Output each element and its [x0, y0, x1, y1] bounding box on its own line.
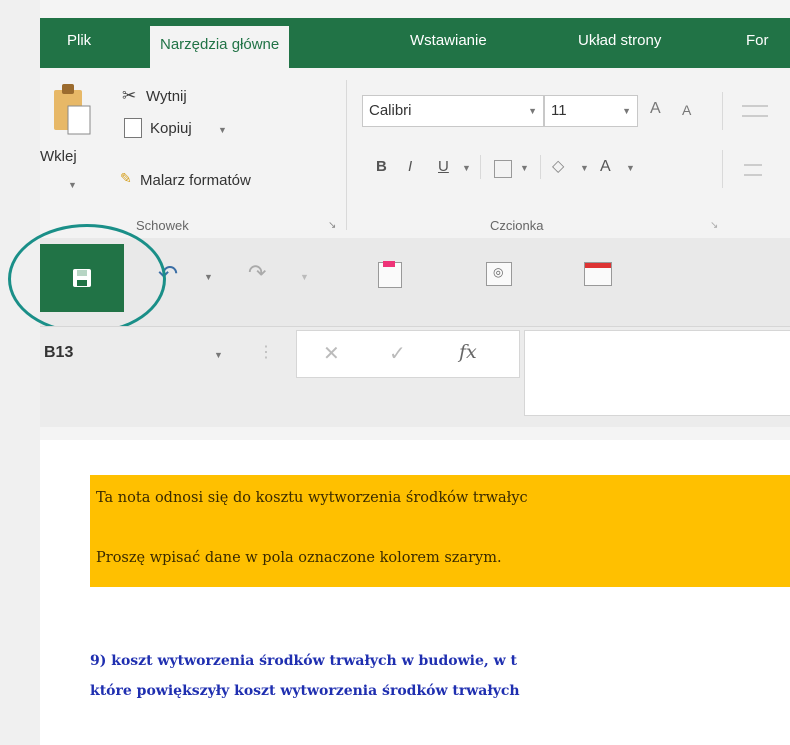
left-margin [0, 0, 40, 745]
align-left-icon[interactable] [744, 164, 762, 176]
font-size-select[interactable]: 11 ▼ [544, 95, 638, 127]
section-heading: 9) koszt wytworzenia środków trwałych w … [90, 653, 518, 669]
clipboard-launcher-icon[interactable]: ↘ [328, 220, 336, 231]
tab-file[interactable]: Plik [67, 32, 91, 49]
align-top-icon[interactable] [742, 105, 768, 117]
tab-formulas-partial[interactable]: For [746, 32, 769, 49]
format-painter-button[interactable]: Malarz formatów [140, 172, 251, 189]
ribbon-tab-bar: Plik Narzędzia główne Wstawianie Układ s… [40, 18, 790, 68]
copy-icon [124, 118, 142, 138]
info-note-cell[interactable]: Ta nota odnosi się do kosztu wytworzenia… [90, 475, 790, 587]
new-file-icon[interactable] [378, 261, 402, 288]
paste-icon [54, 84, 91, 135]
name-box[interactable]: B13 [44, 344, 73, 362]
chevron-down-icon: ▼ [528, 106, 537, 116]
tab-home[interactable]: Narzędzia główne [150, 26, 290, 68]
borders-icon[interactable] [494, 160, 512, 178]
magnifier-icon: ◎ [493, 265, 504, 279]
calendar-icon[interactable] [584, 262, 612, 286]
font-launcher-icon[interactable]: ↘ [710, 220, 718, 231]
paste-button[interactable] [52, 80, 94, 138]
tab-page-layout[interactable]: Układ strony [578, 32, 661, 49]
undo-dropdown-icon[interactable]: ▼ [204, 272, 213, 282]
shrink-font-button[interactable]: A [682, 102, 691, 118]
cut-button[interactable]: Wytnij [146, 88, 187, 105]
scissors-icon: ✂ [122, 86, 137, 105]
fill-color-icon[interactable]: ◇ [552, 156, 564, 176]
save-button-highlight-circle [8, 224, 166, 334]
formula-input[interactable] [524, 330, 790, 416]
group-divider [346, 80, 347, 230]
font-size-value: 11 [551, 102, 567, 119]
underline-button[interactable]: U [438, 158, 449, 175]
grow-font-button[interactable]: A [650, 100, 661, 118]
cancel-icon[interactable]: ✕ [323, 341, 340, 366]
borders-dropdown-icon[interactable]: ▼ [520, 163, 529, 173]
new-file-icon-mark [383, 261, 395, 267]
italic-button[interactable]: I [408, 158, 412, 175]
font-group-label: Czcionka [490, 218, 544, 233]
redo-dropdown-icon[interactable]: ▼ [300, 272, 309, 282]
font-name-select[interactable]: Calibri ▼ [362, 95, 544, 127]
bold-button[interactable]: B [376, 158, 387, 175]
insert-function-button[interactable]: fx [459, 341, 477, 363]
formula-bar-grip-icon: ⋮ [258, 344, 274, 361]
font-color-dropdown-icon[interactable]: ▼ [626, 163, 635, 173]
toolbar-divider [480, 155, 481, 179]
redo-icon[interactable]: ↷ [248, 260, 266, 286]
font-color-button[interactable]: A [600, 158, 611, 176]
format-painter-icon: ✎ [120, 170, 132, 186]
section-heading: które powiększyły koszt wytworzenia środ… [90, 683, 520, 699]
print-preview-icon[interactable]: ◎ [486, 262, 512, 286]
name-box-dropdown-icon[interactable]: ▼ [214, 350, 223, 360]
clipboard-group-label: Schowek [136, 218, 189, 233]
underline-dropdown-icon[interactable]: ▼ [462, 163, 471, 173]
tab-insert[interactable]: Wstawianie [410, 32, 487, 49]
font-name-value: Calibri [369, 102, 412, 119]
fill-color-dropdown-icon[interactable]: ▼ [580, 163, 589, 173]
toolbar-divider [540, 155, 541, 179]
paste-dropdown-icon[interactable]: ▼ [68, 180, 77, 190]
formula-buttons-box: ✕ ✓ fx [296, 330, 520, 378]
calendar-icon-header [585, 263, 611, 268]
enter-icon[interactable]: ✓ [389, 341, 406, 366]
copy-dropdown-icon[interactable]: ▼ [218, 125, 227, 135]
copy-button[interactable]: Kopiuj [150, 120, 192, 137]
chevron-down-icon: ▼ [622, 106, 631, 116]
toolbar-divider [722, 92, 723, 130]
note-text-line: Proszę wpisać dane w pola oznaczone kolo… [96, 550, 502, 566]
paste-label[interactable]: Wklej [40, 148, 77, 165]
note-text-line: Ta nota odnosi się do kosztu wytworzenia… [96, 490, 528, 506]
toolbar-divider [722, 150, 723, 188]
